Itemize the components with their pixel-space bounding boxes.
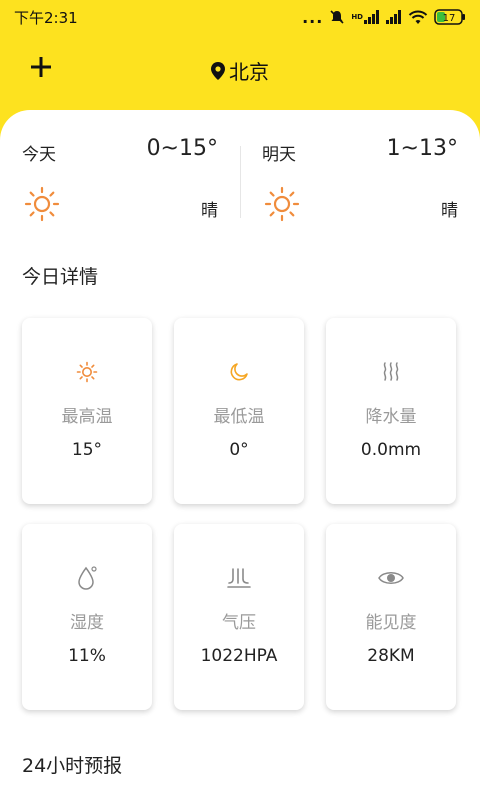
- detail-value: 0.0mm: [360, 440, 422, 460]
- detail-label: 最高温: [61, 407, 113, 427]
- status-time: 下午2:31: [14, 8, 78, 27]
- detail-label: 气压: [222, 613, 256, 633]
- pressure-icon: [174, 564, 304, 592]
- battery-icon: 17: [434, 9, 466, 25]
- sun-icon: [24, 186, 60, 222]
- hd-label: HD: [351, 13, 363, 21]
- status-bar: 下午2:31 ... HD 17: [0, 0, 480, 34]
- detail-label: 最低温: [213, 407, 265, 427]
- sun-icon: [264, 186, 300, 222]
- detail-value: 15°: [71, 440, 103, 460]
- tomorrow-condition: 晴: [441, 201, 458, 221]
- location-name: 北京: [229, 60, 269, 84]
- more-dots-icon: ...: [302, 7, 324, 27]
- status-icons: ... HD 17: [302, 8, 466, 27]
- app-header: 北京: [0, 44, 480, 92]
- today-temp: 0~15°: [146, 136, 218, 161]
- details-section-title: 今日详情: [22, 266, 99, 288]
- droplet-icon: [22, 564, 152, 592]
- today-label: 今天: [22, 145, 56, 165]
- rain-icon: [326, 358, 456, 386]
- today-tomorrow-summary: 今天 0~15° 晴 明天 1~13° 晴: [0, 130, 480, 230]
- detail-label: 湿度: [70, 613, 104, 633]
- detail-value: 28KM: [367, 646, 415, 666]
- detail-label: 降水量: [365, 407, 417, 427]
- sun-icon: [22, 358, 152, 386]
- detail-tile-high-temp: 最高温 15°: [22, 318, 152, 504]
- detail-tile-pressure: 气压 1022HPA: [174, 524, 304, 710]
- detail-value: 1022HPA: [200, 646, 278, 666]
- detail-value: 11%: [68, 646, 106, 666]
- detail-tile-low-temp: 最低温 0°: [174, 318, 304, 504]
- battery-level: 17: [443, 13, 456, 24]
- tomorrow-summary[interactable]: 明天 1~13° 晴: [240, 130, 480, 230]
- wifi-icon: [408, 10, 428, 25]
- detail-label: 能见度: [365, 613, 417, 633]
- signal-icon: [386, 10, 402, 24]
- eye-icon: [326, 564, 456, 592]
- location-pin-icon: [211, 61, 225, 80]
- detail-value: 0°: [229, 440, 249, 460]
- forecast-section-title: 24小时预报: [22, 755, 123, 777]
- tomorrow-label: 明天: [262, 145, 296, 165]
- today-condition: 晴: [201, 201, 218, 221]
- location-selector[interactable]: 北京: [0, 56, 480, 85]
- signal-hd-icon: HD: [351, 10, 380, 24]
- detail-tile-humidity: 湿度 11%: [22, 524, 152, 710]
- detail-tile-visibility: 能见度 28KM: [326, 524, 456, 710]
- tomorrow-temp: 1~13°: [386, 136, 458, 161]
- moon-icon: [174, 358, 304, 386]
- mute-icon: [329, 9, 345, 25]
- today-summary[interactable]: 今天 0~15° 晴: [0, 130, 240, 230]
- detail-tile-precipitation: 降水量 0.0mm: [326, 318, 456, 504]
